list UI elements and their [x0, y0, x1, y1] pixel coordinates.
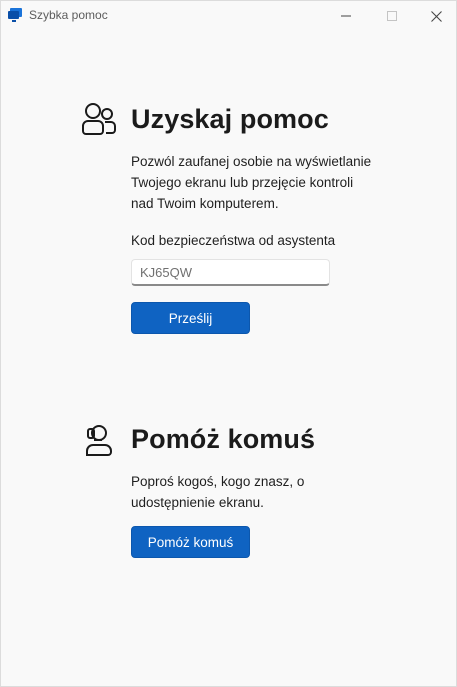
get-help-heading: Uzyskaj pomoc [131, 104, 329, 134]
security-code-label: Kod bezpieczeństwa od asystenta [131, 233, 336, 248]
app-icon [8, 8, 22, 22]
security-code-input[interactable]: KJ65QW [131, 259, 330, 286]
window-title: Szybka pomoc [29, 8, 108, 22]
quick-assist-window: Szybka pomoc Uzyskaj pomoc Pozwól zaufan… [0, 0, 457, 687]
maximize-icon [387, 11, 397, 21]
submit-button[interactable]: Prześlij [131, 302, 250, 334]
security-code-value: KJ65QW [140, 264, 193, 280]
minimize-icon [341, 15, 351, 17]
help-someone-button[interactable]: Pomóż komuś [131, 526, 250, 558]
help-someone-heading: Pomóż komuś [131, 424, 316, 454]
people-icon [82, 103, 116, 135]
get-help-description: Pozwól zaufanej osobie na wyświetlanie T… [131, 154, 372, 211]
help-someone-button-label: Pomóż komuś [147, 534, 234, 550]
close-icon [430, 10, 442, 22]
person-headset-icon [86, 425, 112, 456]
help-someone-description: Poproś kogoś, kogo znasz, o udostępnieni… [131, 474, 305, 510]
maximize-button[interactable] [369, 1, 415, 31]
minimize-button[interactable] [323, 1, 369, 31]
submit-button-label: Prześlij [168, 310, 213, 326]
close-button[interactable] [413, 1, 457, 31]
title-bar: Szybka pomoc [1, 1, 456, 31]
